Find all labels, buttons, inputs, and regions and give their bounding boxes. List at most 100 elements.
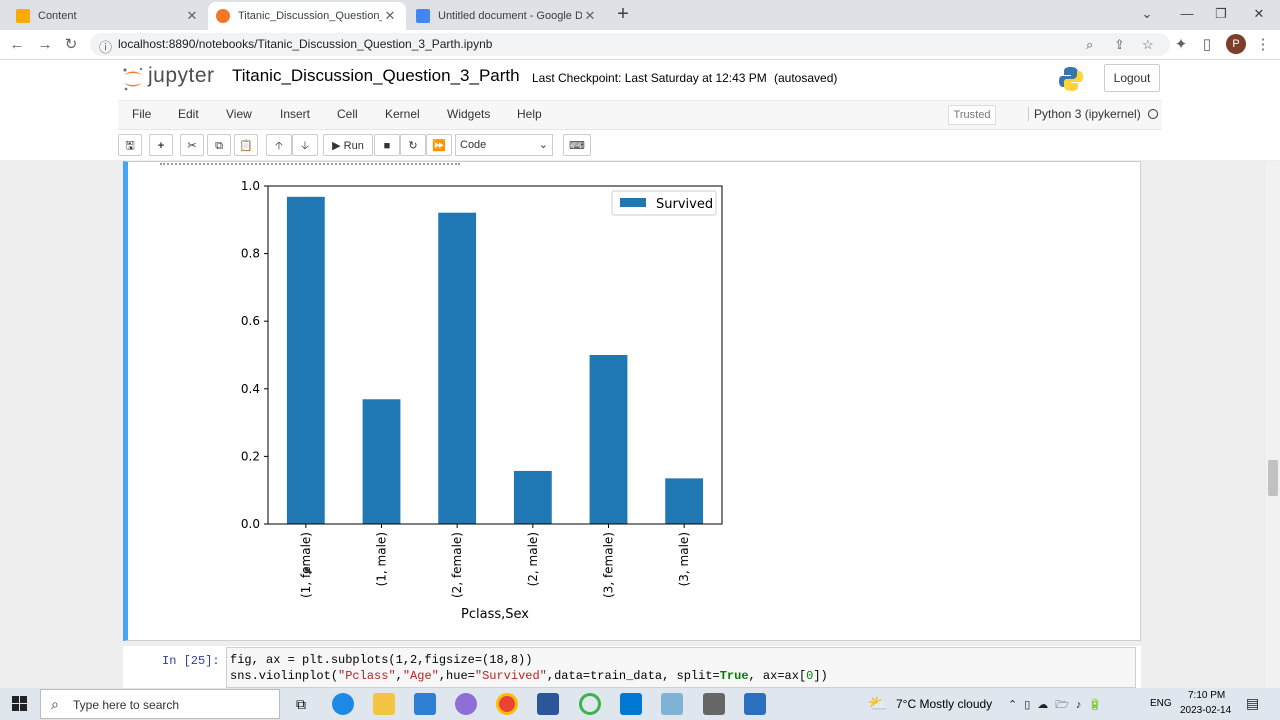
clock-time[interactable]: 7:10 PM <box>1188 690 1225 701</box>
browser-menu-icon[interactable]: ⋮ <box>1252 34 1274 56</box>
page-scrollbar[interactable] <box>1266 161 1280 688</box>
tab-favicon-icon <box>16 9 30 23</box>
menu-insert[interactable]: Insert <box>280 107 310 121</box>
jupyter-logo-icon[interactable] <box>121 66 145 92</box>
x-tick-label: (2, female) <box>450 532 464 598</box>
windows-start-icon[interactable] <box>12 696 28 712</box>
move-up-icon[interactable]: 🡡 <box>266 134 292 156</box>
y-tick-label: 0.6 <box>241 314 260 328</box>
reload-icon[interactable]: ↻ <box>60 34 82 56</box>
command-palette-icon[interactable]: ⌨ <box>563 134 591 156</box>
url-text[interactable]: localhost:8890/notebooks/Titanic_Discuss… <box>118 37 492 51</box>
site-info-icon[interactable]: ⓘ <box>99 37 112 56</box>
minimize-button[interactable]: — <box>1172 4 1202 24</box>
language-indicator[interactable]: ENG <box>1150 698 1172 709</box>
notifications-icon[interactable]: ▤ <box>1246 695 1259 712</box>
legend: Survived <box>611 190 717 216</box>
bar <box>362 399 401 524</box>
copy-icon[interactable]: ⧉ <box>207 134 231 156</box>
share-icon[interactable]: ⇪ <box>1114 37 1125 53</box>
close-tab-icon[interactable]: ✕ <box>382 8 398 24</box>
mouse-cursor-icon: ⬉ <box>303 563 314 577</box>
screen-recorder-icon[interactable] <box>744 693 766 715</box>
jupyter-favicon-icon <box>216 9 230 23</box>
notebook-title[interactable]: Titanic_Discussion_Question_3_Parth <box>232 66 520 86</box>
tab-search-chevron-icon[interactable]: ⌄ <box>1132 4 1162 24</box>
interrupt-icon[interactable]: ■ <box>374 134 400 156</box>
save-icon[interactable]: 🖫 <box>118 134 142 156</box>
tab-notebook[interactable]: Titanic_Discussion_Question_3_P ✕ <box>208 2 406 30</box>
copilot-app-icon[interactable] <box>455 693 477 715</box>
chrome-icon[interactable] <box>496 693 518 715</box>
scrollbar-thumb[interactable] <box>1268 460 1278 496</box>
jupyter-logo-text[interactable]: jupyter <box>148 64 215 88</box>
task-view-icon[interactable]: ⧉ <box>290 693 312 715</box>
menu-widgets[interactable]: Widgets <box>447 107 490 121</box>
insert-cell-icon[interactable]: + <box>149 134 173 156</box>
y-tick-label: 0.4 <box>241 382 260 396</box>
sync-app-icon[interactable] <box>579 693 601 715</box>
edge-icon[interactable] <box>332 693 354 715</box>
restart-icon[interactable]: ↻ <box>400 134 426 156</box>
taskbar-search[interactable]: ⌕ Type here to search <box>40 689 280 719</box>
y-tick-label: 0.2 <box>241 449 260 463</box>
notebook-toolbar: 🖫 + ✂ ⧉ 📋 🡡 🡣 ▶ Run ■ ↻ ⏩ Code ⌄ ⌨ <box>0 132 1280 160</box>
system-tray-icons[interactable]: ⌃▯☁🗁♪🔋 <box>1008 696 1109 715</box>
menu-edit[interactable]: Edit <box>178 107 199 121</box>
menu-help[interactable]: Help <box>517 107 542 121</box>
cut-icon[interactable]: ✂ <box>180 134 204 156</box>
chevron-down-icon: ⌄ <box>538 139 548 151</box>
legend-label: Survived <box>656 197 713 212</box>
code-editor[interactable]: fig, ax = plt.subplots(1,2,figsize=(18,8… <box>226 647 1136 688</box>
bookmark-star-icon[interactable]: ☆ <box>1142 37 1154 53</box>
tab-google-doc[interactable]: Untitled document - Google Doc ✕ <box>408 2 606 30</box>
app-icon[interactable] <box>661 693 683 715</box>
clock-date[interactable]: 2023-02-14 <box>1180 705 1231 716</box>
address-bar[interactable]: ⓘ localhost:8890/notebooks/Titanic_Discu… <box>90 33 1170 56</box>
code-line-1: fig, ax = plt.subplots(1,2,figsize=(18,8… <box>230 653 533 667</box>
calculator-icon[interactable] <box>703 693 725 715</box>
close-tab-icon[interactable]: ✕ <box>582 8 598 24</box>
browser-toolbar: ← → ↻ ⓘ localhost:8890/notebooks/Titanic… <box>0 30 1280 60</box>
checkpoint-status: Last Checkpoint: Last Saturday at 12:43 … <box>532 71 767 85</box>
file-explorer-icon[interactable] <box>373 693 395 715</box>
bars-group <box>286 196 704 525</box>
menu-cell[interactable]: Cell <box>337 107 358 121</box>
paste-icon[interactable]: 📋 <box>234 134 258 156</box>
weather-icon[interactable]: ⛅ <box>868 694 888 714</box>
close-tab-icon[interactable]: ✕ <box>184 8 200 24</box>
weather-text[interactable]: 7°C Mostly cloudy <box>896 697 992 711</box>
menu-kernel[interactable]: Kernel <box>385 107 420 121</box>
trusted-badge[interactable]: Trusted <box>948 105 996 125</box>
maximize-button[interactable]: ❐ <box>1206 4 1236 24</box>
menu-view[interactable]: View <box>226 107 252 121</box>
zoom-icon[interactable]: ⌕ <box>1086 37 1093 53</box>
docs-favicon-icon <box>416 9 430 23</box>
close-window-button[interactable]: ✕ <box>1244 4 1274 24</box>
tab-content[interactable]: Content ✕ <box>8 2 208 30</box>
outlook-icon[interactable] <box>620 693 642 715</box>
legend-swatch <box>620 198 646 207</box>
run-button[interactable]: ▶ Run <box>323 134 373 156</box>
y-tick-label: 0.8 <box>241 247 260 261</box>
move-down-icon[interactable]: 🡣 <box>292 134 318 156</box>
forward-icon[interactable]: → <box>34 34 56 56</box>
mail-icon[interactable] <box>414 693 436 715</box>
side-panel-icon[interactable]: ▯ <box>1196 34 1218 56</box>
y-tick-label: 1.0 <box>241 179 260 193</box>
cell-type-select[interactable]: Code ⌄ <box>455 134 553 156</box>
word-icon[interactable] <box>537 693 559 715</box>
menu-bar: File Edit View Insert Cell Kernel Widget… <box>118 100 1162 130</box>
logout-button[interactable]: Logout <box>1104 64 1160 92</box>
kernel-name[interactable]: Python 3 (ipykernel) <box>1028 107 1141 121</box>
profile-avatar[interactable]: P <box>1226 34 1246 54</box>
x-tick-label: (3, female) <box>602 532 616 598</box>
tab-title: Content <box>38 10 77 22</box>
extensions-icon[interactable]: ✦ <box>1170 34 1192 56</box>
back-icon[interactable]: ← <box>6 34 28 56</box>
new-tab-button[interactable]: + <box>612 4 634 26</box>
menu-file[interactable]: File <box>132 107 151 121</box>
restart-run-all-icon[interactable]: ⏩ <box>426 134 452 156</box>
kernel-idle-indicator-icon <box>1148 109 1158 119</box>
x-axis-label: Pclass,Sex <box>461 607 529 622</box>
